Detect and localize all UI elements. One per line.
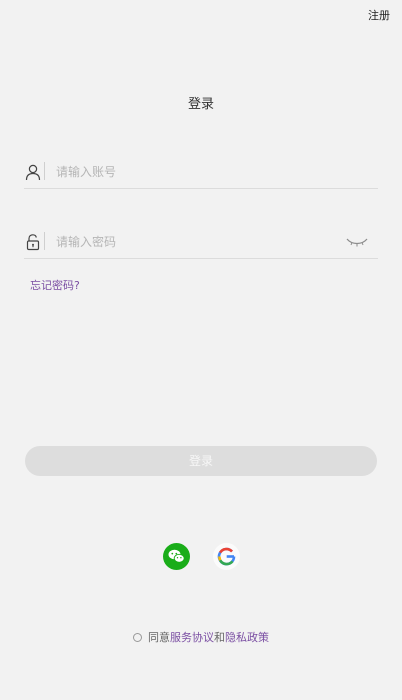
page-title: 登录 (187, 97, 214, 112)
eye-closed-icon[interactable] (346, 237, 368, 247)
agree-radio[interactable] (133, 632, 142, 642)
agreement-row: 同意服务协议和隐私政策 (0, 629, 402, 645)
google-login-button[interactable] (213, 543, 240, 570)
privacy-link[interactable]: 隐私政策 (225, 631, 269, 644)
wechat-icon (168, 549, 185, 563)
user-icon (25, 164, 41, 181)
forgot-password-link[interactable]: 忘记密码? (30, 277, 80, 293)
password-input[interactable] (54, 230, 348, 254)
login-button[interactable]: 登录 (25, 446, 377, 476)
agree-prefix: 同意 (148, 631, 170, 644)
account-input[interactable] (54, 160, 348, 184)
field-divider (44, 232, 45, 250)
field-divider (44, 162, 45, 180)
password-field-row (24, 228, 378, 259)
wechat-login-button[interactable] (163, 543, 190, 570)
agree-and: 和 (214, 631, 225, 644)
unlock-icon (26, 234, 40, 251)
account-field-row (24, 158, 378, 189)
terms-link[interactable]: 服务协议 (170, 631, 214, 644)
google-icon (217, 547, 236, 566)
register-link[interactable]: 注册 (368, 7, 390, 23)
